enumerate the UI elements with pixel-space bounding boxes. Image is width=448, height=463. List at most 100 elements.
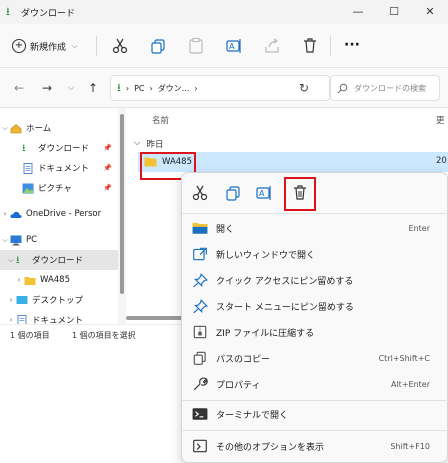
download-icon: ⭳ — [117, 80, 121, 94]
nav-item-pc-downloads[interactable]: ⌵ ⭳ ダウンロード — [0, 250, 118, 270]
chevron-right-icon: › — [194, 83, 198, 93]
recent-locations-icon[interactable]: ⌵ — [62, 78, 80, 98]
menu-label: プロパティ — [216, 380, 261, 391]
menu-shortcut: Ctrl+Shift+C — [378, 353, 430, 363]
maximize-button[interactable]: ☐ — [376, 0, 412, 24]
menu-shortcut: Alt+Enter — [390, 379, 430, 389]
nav-item-wa485[interactable]: › WA485 — [0, 270, 118, 290]
nav-label: ホーム — [26, 124, 52, 134]
share-icon[interactable] — [262, 36, 282, 56]
chevron-right-icon: › — [3, 210, 7, 218]
folder-icon — [24, 276, 36, 285]
menu-item-more-options[interactable]: その他のオプションを表示 Shift+F10 — [190, 434, 440, 458]
nav-scrollbar[interactable] — [118, 108, 126, 324]
menu-item-open-new-window[interactable]: 新しいウィンドウで開く — [190, 242, 440, 266]
selected-count: 1 個の項目を選択 — [72, 331, 136, 340]
nav-item-onedrive[interactable]: › OneDrive - Persor — [0, 204, 118, 224]
chevron-down-icon: ⌵ — [8, 255, 14, 264]
address-row: ← → ⌵ ↑ ⭳ › PC › ダウン... › ↻ ダウンロードの検索 — [0, 68, 448, 108]
more-options-icon[interactable]: ··· — [342, 36, 362, 56]
nav-label: ダウンロード — [32, 256, 84, 266]
refresh-icon[interactable]: ↻ — [291, 75, 317, 101]
pin-icon — [193, 273, 208, 287]
chevron-right-icon: › — [149, 83, 153, 93]
pin-icon: 📌 — [103, 184, 112, 192]
up-arrow-icon[interactable]: ↑ — [84, 78, 102, 98]
nav-item-desktop[interactable]: › デスクトップ — [0, 290, 118, 310]
search-placeholder: ダウンロードの検索 — [354, 83, 426, 93]
menu-label: 新しいウィンドウで開く — [216, 250, 316, 261]
toolbar-divider — [330, 36, 331, 56]
menu-shortcut: Shift+F10 — [390, 441, 430, 451]
nav-item-pictures[interactable]: ピクチャ 📌 — [0, 178, 118, 198]
breadcrumb-pc[interactable]: PC — [134, 84, 144, 93]
chevron-right-icon: › — [17, 276, 21, 284]
breadcrumb-downloads[interactable]: ダウン... — [158, 83, 190, 94]
window-title: ダウンロード — [21, 9, 76, 19]
item-count: 1 個の項目 — [10, 331, 50, 340]
file-date: 20 — [436, 156, 447, 166]
menu-item-compress-zip[interactable]: ZIP ファイルに圧縮する — [190, 320, 440, 344]
back-arrow-icon[interactable]: ← — [10, 78, 28, 98]
chevron-down-icon: ⌵ — [2, 123, 8, 132]
menu-item-pin-quick-access[interactable]: クイック アクセスにピン留めする — [190, 268, 440, 292]
minimize-button[interactable]: — — [340, 0, 376, 24]
copy-icon[interactable] — [148, 36, 168, 56]
svg-text:A: A — [229, 42, 235, 51]
cut-icon[interactable] — [110, 36, 130, 56]
forward-arrow-icon[interactable]: → — [38, 78, 56, 98]
toolbar-divider — [96, 36, 97, 56]
chevron-down-icon: ⌵ — [72, 41, 78, 50]
rename-icon[interactable]: A — [254, 183, 274, 203]
pin-icon: 📌 — [103, 144, 112, 152]
nav-label: PC — [26, 235, 38, 245]
delete-highlight-box — [284, 177, 316, 211]
menu-label: クイック アクセスにピン留めする — [216, 276, 354, 287]
menu-label: ターミナルで開く — [216, 410, 289, 421]
nav-item-documents[interactable]: ドキュメント 📌 — [0, 158, 118, 178]
nav-item-pc[interactable]: ⌵ PC — [0, 230, 118, 250]
nav-label: ダウンロード — [38, 144, 90, 154]
nav-item-downloads[interactable]: ⭳ ダウンロード 📌 — [0, 138, 118, 158]
terminal-icon — [192, 408, 208, 420]
new-button[interactable]: + 新規作成 ⌵ — [12, 36, 77, 56]
new-button-label: 新規作成 — [30, 42, 67, 53]
paste-icon[interactable] — [186, 36, 206, 56]
nav-label: ドキュメント — [38, 164, 90, 174]
navigation-pane: ⌵ ホーム ⭳ ダウンロード 📌 ドキュメント 📌 ピクチャ 📌 › OneDr… — [0, 108, 126, 324]
horizontal-scrollbar-thumb[interactable] — [126, 316, 186, 320]
nav-label: OneDrive - Persor — [26, 209, 102, 219]
cut-icon[interactable] — [190, 183, 210, 203]
menu-item-pin-start[interactable]: スタート メニューにピン留めする — [190, 294, 440, 318]
menu-item-open[interactable]: 開く Enter — [190, 216, 440, 240]
chevron-right-icon: › — [125, 83, 130, 93]
pin-icon: 📌 — [103, 164, 112, 172]
menu-item-properties[interactable]: プロパティ Alt+Enter — [190, 372, 440, 396]
copy-icon[interactable] — [223, 183, 243, 203]
group-header[interactable]: ⌵ 昨日 — [134, 138, 163, 150]
context-quick-actions: A — [182, 173, 448, 213]
column-header-name[interactable]: 名前 — [152, 114, 169, 126]
nav-label: ピクチャ — [38, 184, 72, 194]
desktop-icon — [16, 295, 28, 304]
menu-label: スタート メニューにピン留めする — [216, 302, 354, 313]
menu-item-copy-path[interactable]: パスのコピー Ctrl+Shift+C — [190, 346, 440, 370]
menu-item-open-terminal[interactable]: ターミナルで開く — [190, 402, 440, 426]
delete-icon[interactable] — [300, 36, 320, 56]
search-input[interactable]: ダウンロードの検索 — [330, 75, 440, 101]
copy-path-icon — [193, 351, 206, 365]
scrollbar-thumb[interactable] — [120, 114, 124, 294]
nav-label: デスクトップ — [32, 296, 84, 306]
command-bar: + 新規作成 ⌵ A ··· — [0, 24, 448, 68]
open-new-window-icon — [193, 247, 207, 261]
rename-icon[interactable]: A — [224, 36, 244, 56]
nav-item-home[interactable]: ⌵ ホーム — [0, 118, 118, 138]
chevron-down-icon: ⌵ — [134, 138, 141, 148]
column-header-date[interactable]: 更 — [436, 114, 445, 126]
nav-label: WA485 — [40, 275, 70, 285]
menu-separator — [182, 430, 448, 431]
download-icon: ⭳ — [16, 254, 20, 266]
nav-item-pc-documents[interactable]: › ドキュメント — [0, 310, 118, 324]
close-button[interactable]: ✕ — [412, 0, 448, 24]
menu-separator — [182, 400, 448, 401]
